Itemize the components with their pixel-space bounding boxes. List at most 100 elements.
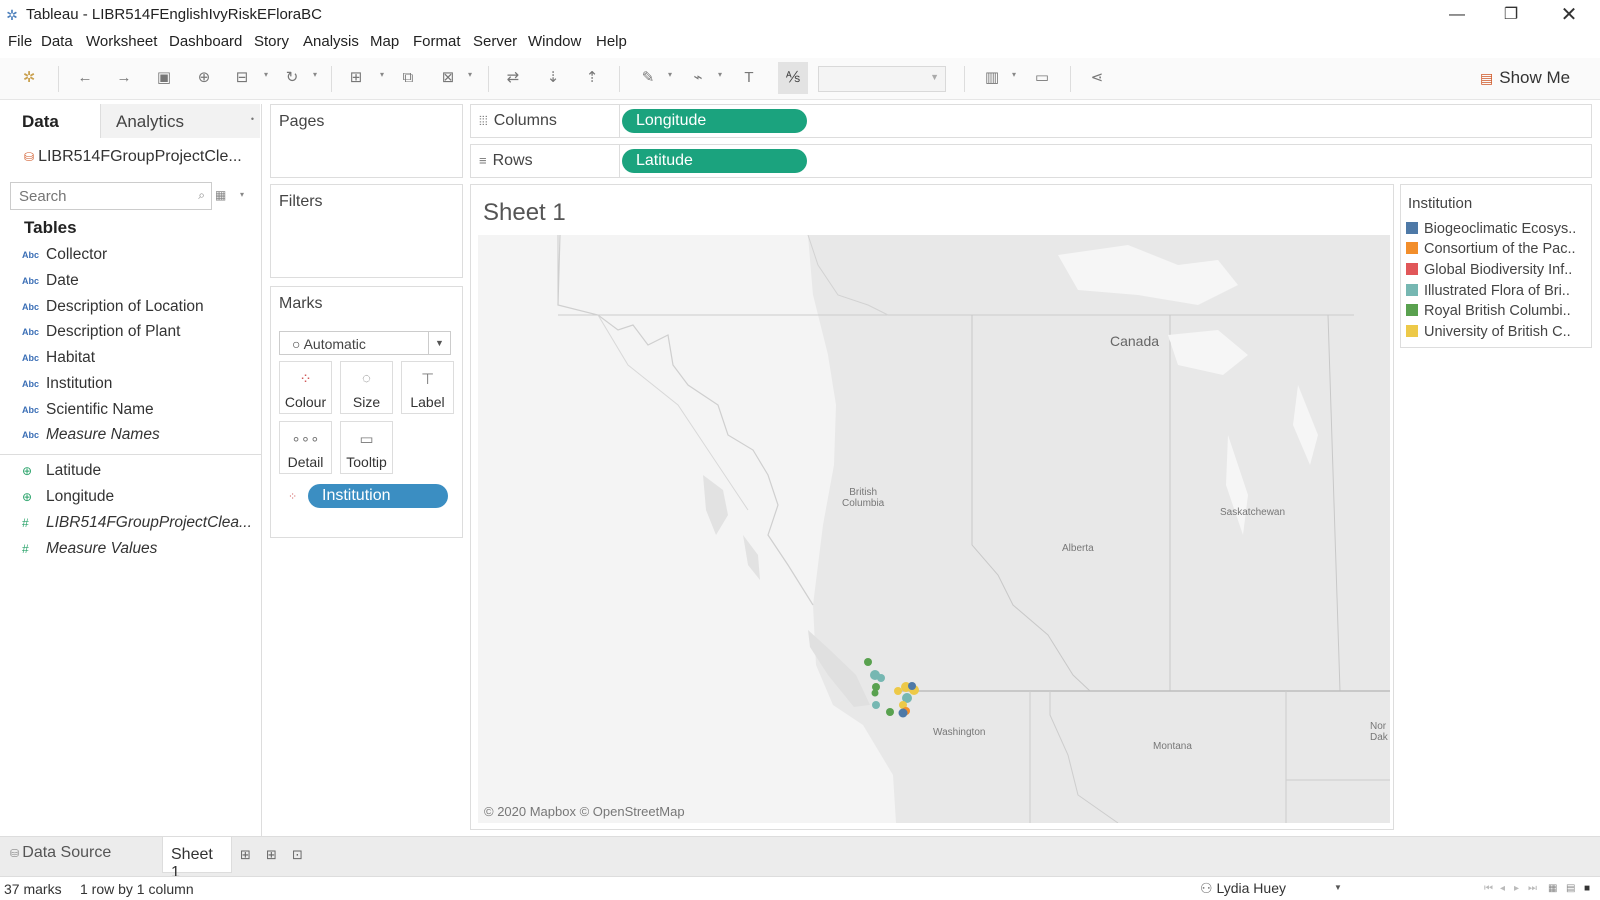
- tab-data-source[interactable]: ⛁ Data Source: [10, 844, 111, 862]
- show-hide-cards-icon[interactable]: ▥: [982, 68, 1002, 88]
- refresh-caret-icon[interactable]: ▾: [313, 70, 317, 79]
- field-record-count[interactable]: # LIBR514FGroupProjectClea...: [22, 514, 252, 536]
- map-point[interactable]: [908, 682, 916, 690]
- new-dashboard-tab-icon[interactable]: ⊞: [266, 847, 277, 863]
- show-sheet-sorter-icon[interactable]: ▦: [1548, 883, 1557, 894]
- field-measure-names[interactable]: Abc Measure Names: [22, 426, 160, 448]
- last-sheet-icon[interactable]: ⏭: [1528, 883, 1537, 894]
- label-button[interactable]: ⊤ Label: [401, 361, 454, 414]
- latitude-pill[interactable]: Latitude: [622, 149, 807, 173]
- menu-story[interactable]: Story: [254, 33, 289, 50]
- map-point[interactable]: [886, 708, 894, 716]
- tab-analytics[interactable]: Analytics •: [100, 104, 260, 138]
- longitude-pill[interactable]: Longitude: [622, 109, 807, 133]
- menu-analysis[interactable]: Analysis: [303, 33, 359, 50]
- field-longitude[interactable]: ⊕ Longitude: [22, 488, 114, 510]
- map-attribution[interactable]: © 2020 Mapbox © OpenStreetMap: [484, 804, 685, 819]
- pause-updates-icon[interactable]: ⊟: [232, 68, 252, 88]
- restore-icon[interactable]: ❐: [1488, 2, 1534, 28]
- close-icon[interactable]: ✕: [1546, 2, 1592, 28]
- new-worksheet-tab-icon[interactable]: ⊞: [240, 847, 251, 863]
- map-point[interactable]: [894, 687, 902, 695]
- mark-type-select[interactable]: ○ Automatic ▼: [279, 331, 451, 355]
- map-point[interactable]: [872, 701, 880, 709]
- map-point[interactable]: [864, 658, 872, 666]
- field-habitat[interactable]: Abc Habitat: [22, 349, 95, 371]
- legend-item[interactable]: University of British C..: [1406, 324, 1588, 344]
- menu-help[interactable]: Help: [596, 33, 627, 50]
- new-worksheet-caret-icon[interactable]: ▾: [380, 70, 384, 79]
- show-tabs-icon[interactable]: ■: [1584, 883, 1590, 894]
- show-mark-labels-icon[interactable]: T: [739, 68, 759, 88]
- user-menu[interactable]: ⚇ Lydia Huey: [1200, 880, 1286, 897]
- chevron-down-icon[interactable]: ▼: [428, 332, 450, 354]
- clear-sheet-caret-icon[interactable]: ▾: [468, 70, 472, 79]
- fit-select[interactable]: ▼: [818, 66, 946, 92]
- pause-caret-icon[interactable]: ▾: [264, 70, 268, 79]
- prev-sheet-icon[interactable]: ◂: [1500, 883, 1505, 894]
- field-scientific-name[interactable]: Abc Scientific Name: [22, 401, 154, 423]
- pages-card[interactable]: Pages: [270, 104, 463, 178]
- fix-axes-icon[interactable]: ⅍: [778, 62, 808, 94]
- tab-sheet-1[interactable]: Sheet 1: [162, 837, 232, 881]
- legend-item[interactable]: Biogeoclimatic Ecosys..: [1406, 221, 1588, 241]
- field-description-of-location[interactable]: Abc Description of Location: [22, 298, 204, 320]
- tooltip-button[interactable]: ▭ Tooltip: [340, 421, 393, 474]
- search-field[interactable]: ⌕: [10, 182, 212, 210]
- map-point[interactable]: [871, 689, 879, 697]
- map-point[interactable]: [898, 708, 908, 718]
- detail-button[interactable]: ∘∘∘ Detail: [279, 421, 332, 474]
- new-worksheet-icon[interactable]: ⊞: [346, 68, 366, 88]
- colour-button[interactable]: ⁘ Colour: [279, 361, 332, 414]
- search-icon[interactable]: ⌕: [198, 188, 205, 203]
- group-caret-icon[interactable]: ▾: [718, 70, 722, 79]
- presentation-mode-icon[interactable]: ▭: [1032, 68, 1052, 88]
- menu-data[interactable]: Data: [41, 33, 73, 50]
- menu-format[interactable]: Format: [413, 33, 461, 50]
- legend-item[interactable]: Global Biodiversity Inf..: [1406, 262, 1588, 282]
- save-icon[interactable]: ▣: [154, 68, 174, 88]
- tab-menu-icon[interactable]: •: [251, 114, 254, 124]
- new-data-source-icon[interactable]: ⊕: [194, 68, 214, 88]
- field-description-of-plant[interactable]: Abc Description of Plant: [22, 323, 180, 345]
- sheet-title[interactable]: Sheet 1: [483, 199, 566, 227]
- show-filmstrip-icon[interactable]: ▤: [1566, 883, 1575, 894]
- view-data-caret-icon[interactable]: ▾: [240, 190, 244, 199]
- tableau-home-icon[interactable]: ✲: [19, 68, 39, 88]
- user-caret-icon[interactable]: ▼: [1334, 883, 1342, 892]
- menu-window[interactable]: Window: [528, 33, 581, 50]
- field-date[interactable]: Abc Date: [22, 272, 79, 294]
- clear-sheet-icon[interactable]: ⊠: [438, 68, 458, 88]
- field-collector[interactable]: Abc Collector: [22, 246, 107, 268]
- map-view[interactable]: Canada British Columbia Alberta Saskatch…: [478, 235, 1390, 823]
- map-point[interactable]: [877, 674, 885, 682]
- size-button[interactable]: ◌ Size: [340, 361, 393, 414]
- menu-worksheet[interactable]: Worksheet: [86, 33, 157, 50]
- highlight-icon[interactable]: ✎: [638, 68, 658, 88]
- share-icon[interactable]: ⋖: [1087, 68, 1107, 88]
- cards-caret-icon[interactable]: ▾: [1012, 70, 1016, 79]
- new-story-tab-icon[interactable]: ⊡: [292, 847, 303, 863]
- first-sheet-icon[interactable]: ⏮: [1484, 883, 1493, 894]
- group-members-icon[interactable]: ⌁: [688, 68, 708, 88]
- show-me-button[interactable]: ▤ Show Me: [1480, 68, 1570, 88]
- sort-descending-icon[interactable]: ⇡: [582, 68, 602, 88]
- legend-item[interactable]: Illustrated Flora of Bri..: [1406, 283, 1588, 303]
- refresh-icon[interactable]: ↻: [282, 68, 302, 88]
- menu-file[interactable]: File: [8, 33, 32, 50]
- swap-rows-columns-icon[interactable]: ⇄: [503, 68, 523, 88]
- minimize-icon[interactable]: —: [1434, 2, 1480, 28]
- institution-colour-pill[interactable]: Institution: [308, 484, 448, 508]
- view-data-icon[interactable]: ▦: [215, 188, 226, 202]
- search-input[interactable]: [11, 183, 181, 209]
- field-measure-values[interactable]: # Measure Values: [22, 540, 157, 562]
- redo-icon[interactable]: →: [114, 68, 134, 88]
- menu-server[interactable]: Server: [473, 33, 517, 50]
- duplicate-sheet-icon[interactable]: ⧉: [398, 68, 418, 88]
- legend-item[interactable]: Consortium of the Pac..: [1406, 241, 1588, 261]
- sort-ascending-icon[interactable]: ⇣: [543, 68, 563, 88]
- data-points[interactable]: [864, 658, 919, 718]
- highlight-caret-icon[interactable]: ▾: [668, 70, 672, 79]
- data-source-item[interactable]: ⛁ LIBR514FGroupProjectCle...: [24, 148, 242, 166]
- field-institution[interactable]: Abc Institution: [22, 375, 112, 397]
